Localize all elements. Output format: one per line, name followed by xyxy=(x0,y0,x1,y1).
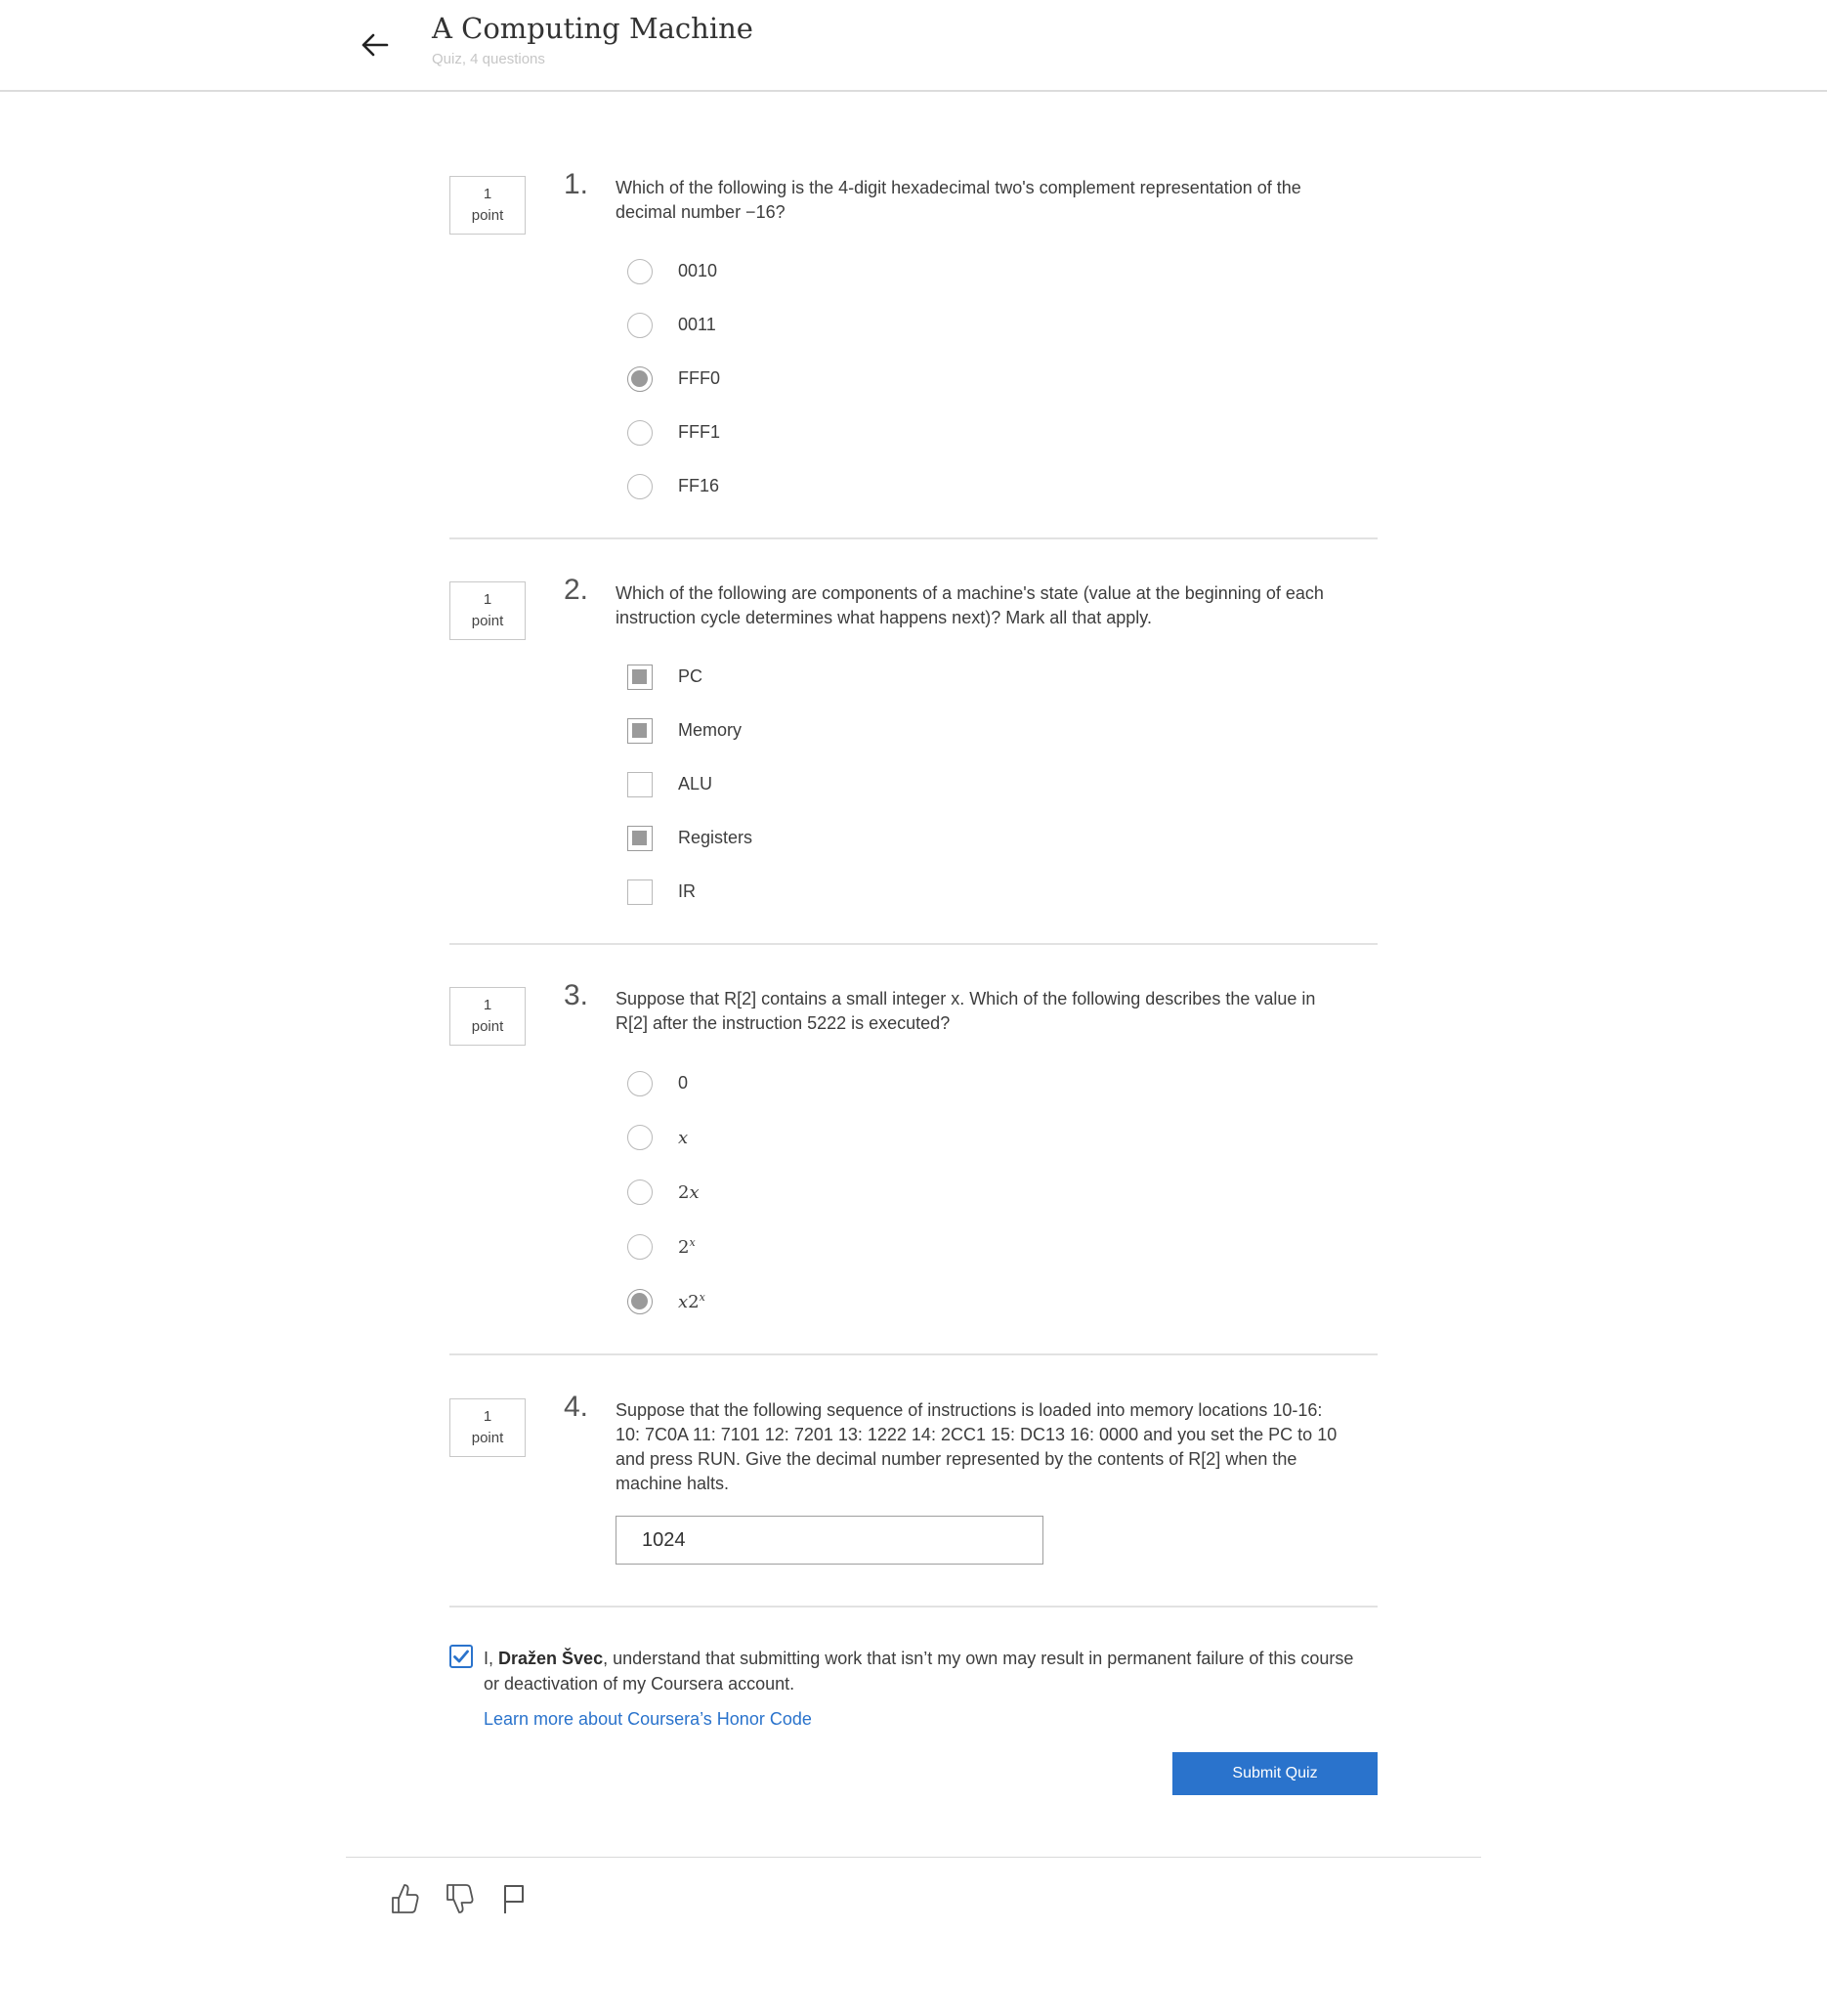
option-label: 0011 xyxy=(678,315,716,334)
option-x-2-power-x[interactable]: x2x xyxy=(627,1274,705,1329)
option-0010[interactable]: 0010 xyxy=(627,244,720,298)
honor-suffix: , understand that submitting work that i… xyxy=(484,1649,1354,1694)
radio-button[interactable] xyxy=(627,419,653,446)
divider xyxy=(449,1353,1378,1355)
option-registers[interactable]: Registers xyxy=(627,811,752,865)
points-value: 1 xyxy=(483,997,492,1013)
option-ir[interactable]: IR xyxy=(627,865,752,919)
points-label: point xyxy=(471,613,504,629)
radio-button-selected[interactable] xyxy=(627,365,653,392)
question-number: 2. xyxy=(564,574,589,606)
checkbox[interactable] xyxy=(627,879,653,905)
radio-button[interactable] xyxy=(627,312,653,338)
page-title: A Computing Machine xyxy=(432,12,753,45)
thumbs-up-icon[interactable] xyxy=(387,1881,422,1916)
answer-options: 0 x 2x 2x x2x xyxy=(627,1056,705,1329)
option-math-2x: 2x xyxy=(678,1181,700,1203)
option-x[interactable]: x xyxy=(627,1110,705,1165)
thumbs-down-icon[interactable] xyxy=(442,1881,477,1916)
option-math-x: x xyxy=(678,1127,689,1148)
radio-button[interactable] xyxy=(627,1234,653,1260)
option-label: FFF1 xyxy=(678,422,720,442)
question-number: 3. xyxy=(564,979,589,1011)
radio-button[interactable] xyxy=(627,1125,653,1150)
option-label: 0 xyxy=(678,1073,689,1093)
option-zero[interactable]: 0 xyxy=(627,1056,705,1110)
question-text: Suppose that the following sequence of i… xyxy=(616,1400,1338,1493)
back-arrow-icon[interactable] xyxy=(354,23,397,66)
question-text: Which of the following is the 4-digit he… xyxy=(616,178,1301,222)
submit-quiz-button[interactable]: Submit Quiz xyxy=(1172,1752,1378,1795)
honor-code-link[interactable]: Learn more about Coursera’s Honor Code xyxy=(484,1709,812,1730)
option-math-2-power-x: 2x xyxy=(678,1236,696,1258)
points-box: 1 point xyxy=(449,176,526,235)
option-label: Memory xyxy=(678,720,743,740)
question-text: Suppose that R[2] contains a small integ… xyxy=(616,989,1316,1033)
checkbox-checked[interactable] xyxy=(627,664,653,690)
flag-icon[interactable] xyxy=(496,1881,531,1916)
option-label: PC xyxy=(678,666,703,686)
radio-button[interactable] xyxy=(627,1180,653,1205)
option-2x[interactable]: 2x xyxy=(627,1165,705,1220)
option-label: IR xyxy=(678,881,696,901)
answer-input[interactable] xyxy=(616,1516,1043,1565)
option-pc[interactable]: PC xyxy=(627,650,752,704)
points-label: point xyxy=(471,1430,504,1446)
points-box: 1 point xyxy=(449,1398,526,1457)
radio-button-selected[interactable] xyxy=(627,1289,653,1314)
checkmark-icon xyxy=(453,1650,469,1663)
points-box: 1 point xyxy=(449,581,526,640)
option-0011[interactable]: 0011 xyxy=(627,298,720,352)
quiz-header: A Computing Machine Quiz, 4 questions xyxy=(0,0,1827,92)
option-label: FFF0 xyxy=(678,368,720,388)
honor-code-statement: I, Dražen Švec, understand that submitti… xyxy=(484,1646,1363,1696)
points-value: 1 xyxy=(483,1408,492,1425)
points-label: point xyxy=(471,207,504,224)
points-label: point xyxy=(471,1018,504,1035)
option-math-x-2-power-x: x2x xyxy=(678,1291,705,1312)
question-number: 4. xyxy=(564,1391,589,1423)
checkbox[interactable] xyxy=(627,771,653,797)
radio-button[interactable] xyxy=(627,258,653,284)
answer-options: 0010 0011 FFF0 FFF1 FF16 xyxy=(627,244,720,513)
checkbox-checked[interactable] xyxy=(627,825,653,851)
option-label: ALU xyxy=(678,774,713,794)
points-value: 1 xyxy=(483,186,492,202)
honor-code-checkbox[interactable] xyxy=(449,1645,473,1668)
option-memory[interactable]: Memory xyxy=(627,704,752,757)
question-text: Which of the following are components of… xyxy=(616,583,1324,627)
page-subtitle: Quiz, 4 questions xyxy=(432,51,545,67)
divider xyxy=(449,537,1378,539)
question-number: 1. xyxy=(564,168,589,200)
option-fff0[interactable]: FFF0 xyxy=(627,352,720,406)
points-box: 1 point xyxy=(449,987,526,1046)
radio-button[interactable] xyxy=(627,473,653,499)
footer-divider xyxy=(346,1857,1481,1858)
divider xyxy=(449,1606,1378,1608)
option-label: FF16 xyxy=(678,476,720,495)
points-value: 1 xyxy=(483,591,492,608)
honor-prefix: I, xyxy=(484,1649,499,1668)
option-2-power-x[interactable]: 2x xyxy=(627,1220,705,1274)
learner-name: Dražen Švec xyxy=(498,1649,604,1668)
option-label: Registers xyxy=(678,828,753,847)
option-alu[interactable]: ALU xyxy=(627,757,752,811)
radio-button[interactable] xyxy=(627,1070,653,1096)
option-ff16[interactable]: FF16 xyxy=(627,459,720,513)
answer-options: PC Memory ALU Registers IR xyxy=(627,650,752,919)
checkbox-checked[interactable] xyxy=(627,717,653,744)
option-label: 0010 xyxy=(678,261,718,280)
option-fff1[interactable]: FFF1 xyxy=(627,406,720,459)
divider xyxy=(449,943,1378,945)
